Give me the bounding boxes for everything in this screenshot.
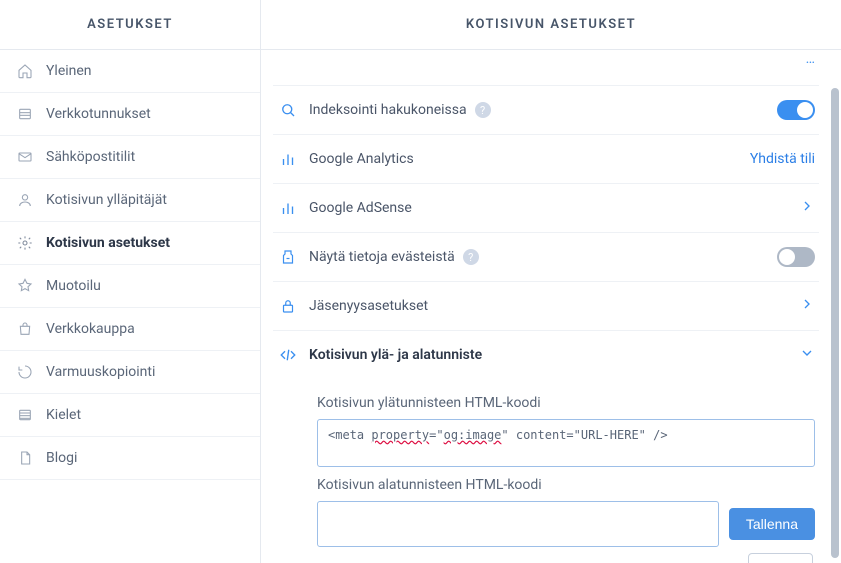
help-icon[interactable]: ?	[463, 249, 479, 265]
row-label: Näytä tietoja evästeistä?	[309, 249, 777, 266]
brush-icon	[16, 277, 34, 295]
sidebar-item-backup[interactable]: Varmuuskopiointi	[0, 351, 260, 394]
footer-code-label: Kotisivun alatunnisteen HTML-koodi	[317, 477, 815, 493]
search-icon	[277, 99, 299, 121]
header-code-label: Kotisivun ylätunnisteen HTML-koodi	[317, 395, 815, 411]
row-label: Google Analytics	[309, 151, 750, 167]
sidebar-item-general[interactable]: Yleinen	[0, 50, 260, 93]
sidebar-item-label: Kotisivun ylläpitäjät	[46, 192, 167, 208]
row-label: Indeksointi hakukoneissa?	[309, 102, 777, 119]
chevron-right-icon	[799, 296, 815, 316]
lock-icon	[277, 295, 299, 317]
row-label: Kotisivun ylä- ja alatunniste	[309, 347, 799, 363]
chevron-right-icon	[799, 198, 815, 218]
users-icon	[16, 191, 34, 209]
close-button[interactable]: Sulje	[748, 553, 813, 563]
doc-icon	[16, 449, 34, 467]
sidebar-items: Yleinen Verkkotunnukset Sähköpostitilit …	[0, 50, 260, 563]
cookie-icon	[277, 246, 299, 268]
bar-chart-icon	[277, 197, 299, 219]
connect-account-link[interactable]: Yhdistä tili	[750, 151, 815, 167]
scrollbar-thumb[interactable]	[831, 88, 839, 558]
save-button[interactable]: Tallenna	[729, 508, 815, 540]
sidebar: ASETUKSET Yleinen Verkkotunnukset Sähköp…	[0, 0, 261, 563]
sidebar-item-label: Sähköpostitilit	[46, 149, 135, 165]
row-header-footer[interactable]: Kotisivun ylä- ja alatunniste	[273, 331, 819, 379]
sidebar-item-label: Kotisivun asetukset	[46, 235, 170, 251]
sidebar-item-languages[interactable]: Kielet	[0, 394, 260, 437]
row-google-analytics[interactable]: Google Analytics Yhdistä tili	[273, 135, 819, 184]
backup-icon	[16, 363, 34, 381]
sidebar-item-blog[interactable]: Blogi	[0, 437, 260, 480]
row-label: Google AdSense	[309, 200, 799, 216]
footer-code-input[interactable]	[317, 501, 719, 547]
sidebar-item-store[interactable]: Verkkokauppa	[0, 308, 260, 351]
lang-icon	[16, 406, 34, 424]
cookies-toggle[interactable]	[777, 247, 815, 267]
row-indexing: Indeksointi hakukoneissa?	[273, 86, 819, 135]
scrollbar[interactable]	[831, 52, 839, 557]
help-icon[interactable]: ?	[475, 102, 491, 118]
row-cookies: Näytä tietoja evästeistä?	[273, 233, 819, 282]
bar-chart-icon	[277, 148, 299, 170]
row-partial-top: …	[273, 50, 819, 86]
sidebar-item-label: Blogi	[46, 450, 77, 466]
sidebar-item-label: Verkkokauppa	[46, 321, 135, 337]
sidebar-item-label: Verkkotunnukset	[46, 106, 151, 122]
domain-icon	[16, 105, 34, 123]
home-icon	[16, 62, 34, 80]
sidebar-item-label: Varmuuskopiointi	[46, 364, 155, 380]
header-code-input[interactable]: <meta property="og:image" content="URL-H…	[317, 419, 815, 467]
row-membership[interactable]: Jäsenyysasetukset	[273, 282, 819, 331]
sidebar-item-label: Yleinen	[46, 63, 92, 79]
sidebar-item-admins[interactable]: Kotisivun ylläpitäjät	[0, 179, 260, 222]
shop-icon	[16, 320, 34, 338]
indexing-toggle[interactable]	[777, 100, 815, 120]
sidebar-item-design[interactable]: Muotoilu	[0, 265, 260, 308]
main-panel: KOTISIVUN ASETUKSET … Indeksointi hakuko…	[261, 0, 841, 563]
sidebar-item-domains[interactable]: Verkkotunnukset	[0, 93, 260, 136]
sidebar-title: ASETUKSET	[0, 0, 260, 50]
row-label: Jäsenyysasetukset	[309, 298, 799, 314]
gear-icon	[16, 234, 34, 252]
sidebar-item-label: Kielet	[46, 407, 81, 423]
main-body: … Indeksointi hakukoneissa? Google Analy…	[261, 50, 841, 563]
code-icon	[277, 344, 299, 366]
partial-action[interactable]: …	[806, 55, 815, 67]
main-title: KOTISIVUN ASETUKSET	[261, 0, 841, 50]
sidebar-item-email[interactable]: Sähköpostitilit	[0, 136, 260, 179]
mail-icon	[16, 148, 34, 166]
sidebar-item-site-settings[interactable]: Kotisivun asetukset	[0, 222, 260, 265]
chevron-down-icon	[799, 345, 815, 365]
sidebar-item-label: Muotoilu	[46, 278, 101, 294]
row-google-adsense[interactable]: Google AdSense	[273, 184, 819, 233]
header-footer-panel: Kotisivun ylätunnisteen HTML-koodi <meta…	[273, 379, 819, 563]
